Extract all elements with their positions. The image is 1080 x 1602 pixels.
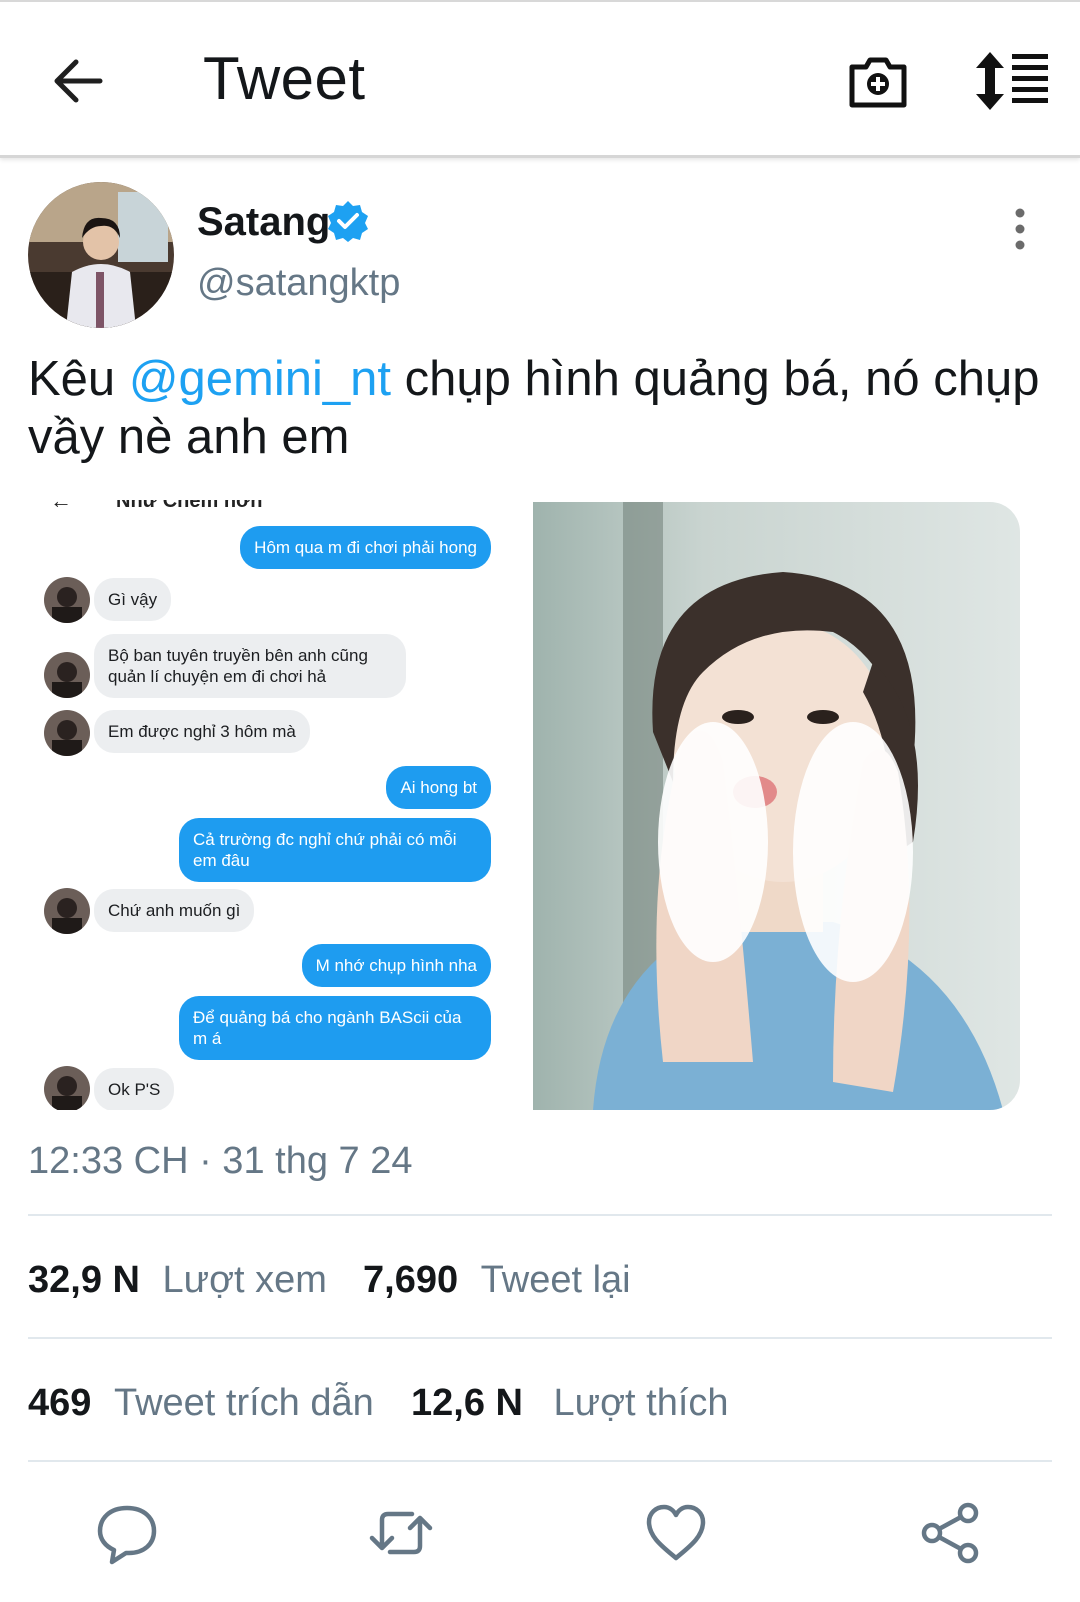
chat-avatar [44, 1066, 90, 1110]
photo-image [533, 502, 1020, 1110]
views-stat[interactable]: 32,9 N Lượt xem [28, 1257, 327, 1303]
quotes-stat[interactable]: 469 Tweet trích dẫn [28, 1380, 374, 1426]
camera-button[interactable] [846, 48, 910, 112]
chat-message: Ok P'S [94, 1068, 175, 1110]
tweet-text: Kêu @gemini_nt chụp hình quảng bá, nó ch… [28, 350, 1058, 466]
divider [28, 1337, 1052, 1339]
views-count: 32,9 N [28, 1259, 140, 1301]
quotes-label: Tweet trích dẫn [113, 1382, 374, 1424]
more-options-button[interactable] [1005, 208, 1035, 250]
reply-button[interactable] [94, 1500, 160, 1566]
likes-label: Lượt thích [553, 1382, 729, 1424]
more-vertical-icon [1015, 208, 1025, 250]
retweet-icon [369, 1511, 433, 1555]
divider [28, 1460, 1052, 1462]
chat-avatar [44, 577, 90, 623]
quotes-count: 469 [28, 1382, 92, 1424]
media-chat-screenshot[interactable]: ← Nhữ Chém hơn Hôm qua m đi chơi phải ho… [28, 500, 515, 1110]
chat-header: ← Nhữ Chém hơn [28, 500, 515, 518]
share-icon [921, 1502, 979, 1564]
page-title: Tweet [203, 45, 366, 112]
tweet-text-start: Kêu [28, 352, 129, 406]
sort-button[interactable] [976, 52, 1048, 110]
like-button[interactable] [643, 1500, 709, 1566]
retweets-stat[interactable]: 7,690 Tweet lại [363, 1257, 631, 1303]
top-app-bar: Tweet [0, 0, 1080, 158]
chat-header-title: Nhữ Chém hơn [116, 500, 263, 512]
chat-back-icon: ← [50, 500, 72, 513]
chat-message: Gì vậy [94, 578, 172, 621]
chat-message: Chứ anh muốn gì [94, 889, 255, 932]
chat-message: M nhớ chụp hình nha [301, 944, 491, 987]
author-handle[interactable]: @satangktp [197, 260, 400, 306]
back-button[interactable] [48, 50, 110, 112]
divider [28, 1214, 1052, 1216]
chat-message: Em được nghỉ 3 hôm mà [94, 710, 310, 753]
sort-list-icon [976, 52, 1048, 110]
tweet-timestamp: 12:33 CH · 31 thg 7 24 [28, 1140, 413, 1182]
chat-message: Cả trường đc nghỉ chứ phải có mỗi em đâu [179, 818, 491, 882]
mention-link[interactable]: @gemini_nt [129, 352, 391, 406]
camera-add-icon [849, 57, 907, 108]
chat-message: Ai hong bt [386, 766, 491, 809]
author-avatar[interactable] [28, 182, 174, 328]
views-label: Lượt xem [162, 1259, 327, 1301]
chat-message: Để quảng bá cho ngành BAScii của m á [179, 996, 491, 1060]
arrow-left-icon [54, 59, 103, 103]
like-icon [646, 1504, 706, 1561]
chat-avatar [44, 652, 90, 698]
chat-avatar [44, 710, 90, 756]
media-photo[interactable] [533, 502, 1020, 1110]
likes-count: 12,6 N [411, 1382, 523, 1424]
chat-message: Bộ ban tuyên truyền bên anh cũng quản lí… [94, 634, 406, 698]
reply-icon [97, 1505, 157, 1565]
retweets-label: Tweet lại [480, 1259, 631, 1301]
share-button[interactable] [918, 1500, 984, 1566]
author-name[interactable]: Satang [197, 198, 330, 246]
likes-stat[interactable]: 12,6 N Lượt thích [411, 1380, 729, 1426]
chat-message: Hôm qua m đi chơi phải hong [240, 526, 491, 569]
retweet-button[interactable] [368, 1500, 434, 1566]
avatar-image [28, 182, 174, 328]
retweets-count: 7,690 [363, 1259, 459, 1301]
chat-avatar [44, 888, 90, 934]
verified-badge-icon [327, 200, 369, 242]
